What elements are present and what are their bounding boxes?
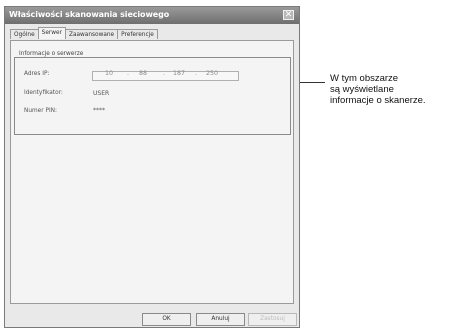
tab-advanced[interactable]: Zaawansowane (64, 29, 119, 39)
ip-octet-4: 250 (206, 70, 219, 77)
ip-separator: . (195, 70, 198, 77)
pin-label: Numer PIN: (24, 108, 57, 114)
network-scan-properties-dialog: Właściwości skanowania sieciowego ✕ Ogól… (4, 6, 300, 328)
tab-preferences[interactable]: Preferencje (117, 29, 158, 39)
pin-value: **** (93, 107, 105, 114)
callout-leader-line (300, 82, 325, 83)
ip-separator: . (127, 70, 130, 77)
callout-line-3: informacje o skanerze. (330, 95, 426, 106)
identifier-value: USER (93, 90, 110, 97)
callout-line-1: W tym obszarze (330, 73, 399, 84)
ok-button[interactable]: OK (142, 313, 191, 326)
tab-general[interactable]: Ogólne (10, 29, 39, 39)
dialog-title: Właściwości skanowania sieciowego (9, 10, 170, 19)
callout-line-2: są wyświetlane (330, 84, 394, 95)
ip-octet-1: 10 (105, 70, 114, 77)
identifier-label: Identyfikator: (24, 90, 63, 96)
server-info-group (14, 57, 291, 135)
close-icon: ✕ (284, 10, 293, 20)
ip-octet-2: 88 (139, 70, 148, 77)
callout-text: W tym obszarze są wyświetlane informacje… (330, 73, 470, 106)
ip-address-label: Adres IP: (24, 71, 50, 77)
apply-button[interactable]: Zastosuj (248, 313, 297, 326)
cancel-button[interactable]: Anuluj (196, 313, 245, 326)
server-info-group-title: Informacje o serwerze (18, 51, 85, 57)
title-bar: Właściwości skanowania sieciowego ✕ (5, 7, 299, 24)
close-button[interactable]: ✕ (283, 10, 294, 20)
ip-octet-3: 187 (173, 70, 186, 77)
tab-server[interactable]: Serwer (37, 27, 66, 39)
ip-separator: . (163, 70, 166, 77)
